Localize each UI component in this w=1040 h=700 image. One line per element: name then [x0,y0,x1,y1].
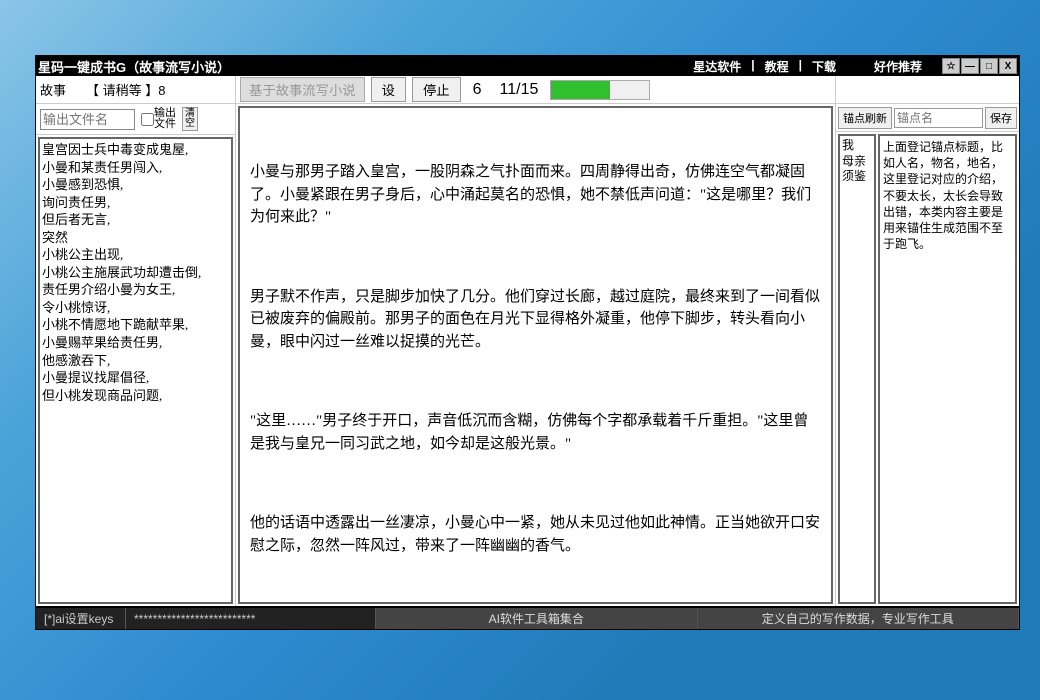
window-controls: ☆ — □ X [942,58,1017,74]
wait-label: 【 请稍等 】8 [86,80,165,99]
left-toolbar: 故事 【 请稍等 】8 [36,76,235,104]
progress-bar [550,80,650,100]
set-button[interactable]: 设 [371,77,406,102]
outline-item: 小曼感到恐惧, [42,176,229,194]
menu-item-3[interactable]: 下载 [812,58,836,75]
filename-row: 输出 文件 清 空 [36,104,235,135]
left-panel: 故事 【 请稍等 】8 输出 文件 清 空 皇宫因士兵中毒变成鬼屋, 小曼和某责… [36,76,236,606]
outline-item: 小桃公主施展武功却遭击倒, [42,264,229,282]
refresh-anchors-button[interactable]: 锚点刷新 [838,107,892,129]
save-anchor-button[interactable]: 保存 [985,107,1017,129]
anchor-toolbar: 锚点刷新 保存 [836,104,1019,132]
counter-2: 11/15 [494,81,545,99]
status-ai-keys[interactable]: [*]ai设置keys [36,608,126,629]
filename-input[interactable] [40,109,135,130]
menu-sep: | [751,58,754,75]
outline-item: 小桃不情愿地下跪献苹果, [42,316,229,334]
basis-button[interactable]: 基于故事流写小说 [240,77,365,102]
status-masked: ************************** [126,608,376,629]
window-title: 星码一键成书G（故事流写小说） [38,57,693,76]
outline-item: 小曼赐苹果给责任男, [42,334,229,352]
maximize-button[interactable]: □ [980,58,998,74]
counter-1: 6 [467,81,488,99]
minimize-button[interactable]: — [961,58,979,74]
anchor-list[interactable]: 我 母亲 须鉴 [838,134,876,604]
titlebar: 星码一键成书G（故事流写小说） 星达软件 | 教程 | 下载 好作推荐 ☆ — … [36,56,1019,76]
menu-item-2[interactable]: 教程 [765,58,789,75]
story-paragraph: 小曼与那男子踏入皇宫，一股阴森之气扑面而来。四周静得出奇，仿佛连空气都凝固了。小… [250,161,821,229]
outline-item: 但小桃发现商品问题, [42,387,229,405]
menu-item-4[interactable]: 好作推荐 [874,58,922,75]
outline-item: 他感激吞下, [42,352,229,370]
outline-item: 突然 [42,229,229,247]
right-panel: 锚点刷新 保存 我 母亲 须鉴 上面登记锚点标题，比如人名，物名，地名，这里登记… [835,76,1019,606]
status-tools[interactable]: AI软件工具箱集合 [376,608,698,629]
anchor-item[interactable]: 我 [842,138,872,154]
center-toolbar: 基于故事流写小说 设 停止 6 11/15 [236,76,835,104]
status-custom[interactable]: 定义自己的写作数据，专业写作工具 [698,608,1020,629]
statusbar: [*]ai设置keys ************************** A… [36,606,1019,629]
main-body: 故事 【 请稍等 】8 输出 文件 清 空 皇宫因士兵中毒变成鬼屋, 小曼和某责… [36,76,1019,606]
anchor-body: 我 母亲 须鉴 上面登记锚点标题，比如人名，物名，地名，这里登记对应的介绍，不要… [836,132,1019,606]
menu-sep: | [799,58,802,75]
star-button[interactable]: ☆ [942,58,960,74]
output-file-checkbox[interactable]: 输出 文件 [141,108,176,130]
anchor-item[interactable]: 须鉴 [842,169,872,185]
story-paragraph: 男子默不作声，只是脚步加快了几分。他们穿过长廊，越过庭院，最终来到了一间看似已被… [250,286,821,354]
menu-item-1[interactable]: 星达软件 [693,58,741,75]
story-paragraph: 他的话语中透露出一丝凄凉，小曼心中一紧，她从未见过他如此神情。正当她欲开口安慰之… [250,512,821,557]
anchor-name-input[interactable] [894,108,983,128]
story-label: 故事 [40,80,66,99]
close-button[interactable]: X [999,58,1017,74]
outline-item: 小桃公主出现, [42,246,229,264]
outline-item: 皇宫因士兵中毒变成鬼屋, [42,141,229,159]
center-panel: 基于故事流写小说 设 停止 6 11/15 小曼与那男子踏入皇宫，一股阴森之气扑… [236,76,835,606]
outline-item: 但后者无言, [42,211,229,229]
clear-button[interactable]: 清 空 [182,107,198,131]
outline-item: 责任男介绍小曼为女王, [42,281,229,299]
outline-item: 小曼提议找犀倡径, [42,369,229,387]
outline-item: 令小桃惊讶, [42,299,229,317]
outline-item: 询问责任男, [42,194,229,212]
outline-item: 小曼和某责任男闯入, [42,159,229,177]
outline-box[interactable]: 皇宫因士兵中毒变成鬼屋, 小曼和某责任男闯入, 小曼感到恐惧, 询问责任男, 但… [38,137,233,604]
story-paragraph: "这里……"男子终于开口，声音低沉而含糊，仿佛每个字都承载着千斤重担。"这里曾是… [250,410,821,455]
anchor-help-text: 上面登记锚点标题，比如人名，物名，地名，这里登记对应的介绍，不要太长，太长会导致… [878,134,1017,604]
stop-button[interactable]: 停止 [412,77,461,102]
app-window: 星码一键成书G（故事流写小说） 星达软件 | 教程 | 下载 好作推荐 ☆ — … [35,55,1020,630]
story-text-area[interactable]: 小曼与那男子踏入皇宫，一股阴森之气扑面而来。四周静得出奇，仿佛连空气都凝固了。小… [238,106,833,604]
anchor-item[interactable]: 母亲 [842,154,872,170]
